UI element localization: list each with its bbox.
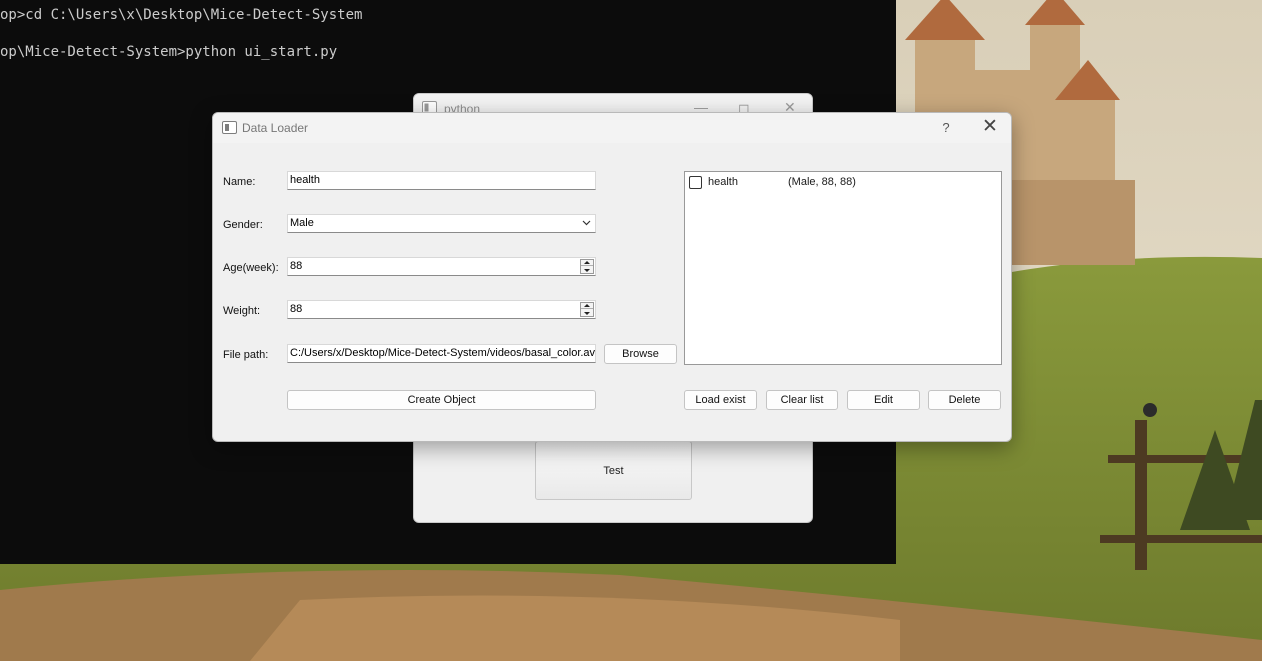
list-item-name: health [708,176,738,188]
gender-select-value: Male [290,217,314,229]
name-input[interactable]: health [287,171,596,190]
dialog-titlebar[interactable]: Data Loader ? ✕ [213,113,1011,143]
load-exist-button[interactable]: Load exist [684,390,757,410]
age-spinbox-value: 88 [290,260,303,272]
create-object-button[interactable]: Create Object [287,390,596,410]
name-input-value: health [290,174,320,186]
chevron-down-icon [582,220,591,226]
dialog-title: Data Loader [242,121,309,135]
age-spin-buttons [580,259,594,274]
data-loader-dialog[interactable]: Data Loader ? ✕ Name: health Gender: Mal… [212,112,1012,442]
help-icon[interactable]: ? [935,117,957,139]
terminal-line: op\Mice-Detect-System>python ui_start.py [0,44,338,60]
spin-up-icon[interactable] [581,303,593,309]
name-label: Name: [223,176,256,188]
gender-select[interactable]: Male [287,214,596,233]
spin-down-icon[interactable] [581,310,593,316]
browse-button[interactable]: Browse [604,344,677,364]
terminal-line: op>cd C:\Users\x\Desktop\Mice-Detect-Sys… [0,7,363,23]
test-button[interactable]: Test [535,441,692,500]
delete-button[interactable]: Delete [928,390,1001,410]
list-item[interactable]: health (Male, 88, 88) [689,175,997,190]
object-list[interactable]: health (Male, 88, 88) [684,171,1002,365]
file-path-input[interactable]: C:/Users/x/Desktop/Mice-Detect-System/vi… [287,344,596,363]
file-path-label: File path: [223,349,269,361]
window-app-icon [222,121,237,134]
weight-label: Weight: [223,305,261,317]
spin-up-icon[interactable] [581,260,593,266]
weight-spinbox[interactable]: 88 [287,300,596,319]
weight-spinbox-value: 88 [290,303,303,315]
file-path-input-value: C:/Users/x/Desktop/Mice-Detect-System/vi… [290,347,596,359]
age-label: Age(week): [223,262,279,274]
gender-label: Gender: [223,219,263,231]
checkbox-icon[interactable] [689,176,702,189]
close-icon[interactable]: ✕ [979,117,1001,139]
clear-list-button[interactable]: Clear list [766,390,838,410]
list-item-details: (Male, 88, 88) [788,176,856,188]
edit-button[interactable]: Edit [847,390,920,410]
spin-down-icon[interactable] [581,267,593,273]
age-spinbox[interactable]: 88 [287,257,596,276]
weight-spin-buttons [580,302,594,317]
